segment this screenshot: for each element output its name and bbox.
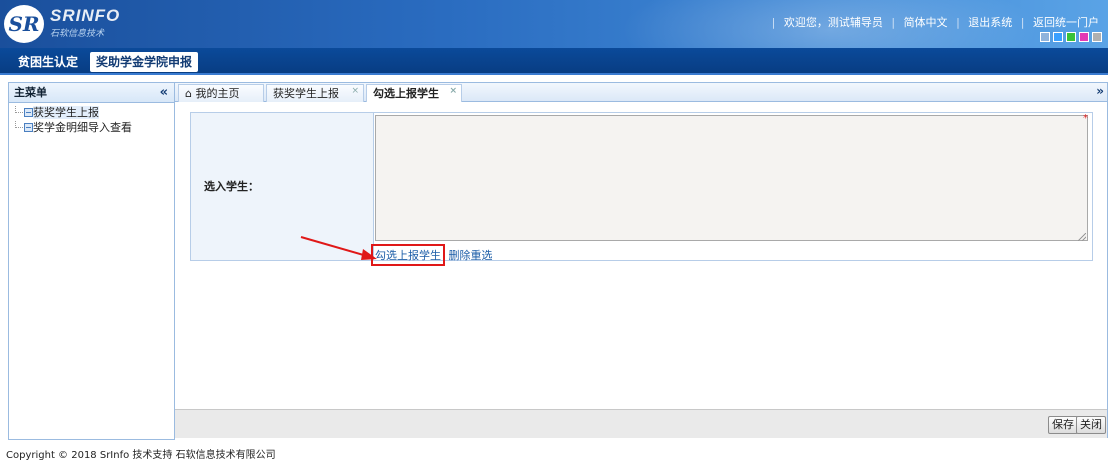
required-mark: * [1083,113,1088,124]
tab-scroll-icon[interactable]: » [1096,84,1104,98]
tab-strip: ⌂ 我的主页 获奖学生上报 × 勾选上报学生 × » [175,82,1108,103]
tab-award-report[interactable]: 获奖学生上报 × [266,84,364,102]
sidebar-header: 主菜单 « [9,83,174,103]
logo-subtitle: 石软信息技术 [50,29,105,39]
bottom-action-bar: 保存 关闭 [175,409,1107,438]
clear-selection-link[interactable]: 删除重选 [449,249,493,262]
language-link[interactable]: 简体中文 [899,16,953,29]
sidebar-item-label: 奖学金明细导入查看 [33,121,132,134]
resize-grip-icon[interactable] [1078,233,1086,241]
skin-option[interactable] [1066,32,1076,42]
sidebar: 主菜单 « 获奖学生上报 奖学金明细导入查看 [8,82,175,440]
skin-option[interactable] [1053,32,1063,42]
tree-line [15,121,23,128]
form-table: 选入学生： * 勾选上报学生 删除重选 [190,112,1093,266]
form-field-cell: * 勾选上报学生 删除重选 [371,113,1092,266]
sidebar-item-award-report[interactable]: 获奖学生上报 [15,106,174,120]
skin-switcher [1040,32,1102,42]
close-button[interactable]: 关闭 [1076,416,1106,434]
sidebar-item-label: 获奖学生上报 [33,106,99,119]
field-links: 勾选上报学生 删除重选 [371,244,493,266]
tab-label: 勾选上报学生 [373,87,439,100]
portal-link[interactable]: 返回统一门户 [1028,16,1104,29]
home-icon: ⌂ [185,87,192,100]
tab-label: 我的主页 [195,87,240,100]
footer-copyright: Copyright © 2018 SrInfo 技术支持 石软信息技术有限公司 [6,450,276,461]
selected-students-label: 选入学生： [204,180,259,193]
skin-option[interactable] [1092,32,1102,42]
top-header: SR SRINFO 石软信息技术 | 欢迎您，测试辅导员 | 简体中文 | 退出… [0,0,1108,48]
logout-link[interactable]: 退出系统 [963,16,1017,29]
selected-students-textarea[interactable] [375,115,1088,241]
table-icon [24,123,33,132]
sidebar-title: 主菜单 [14,86,47,99]
select-students-link[interactable]: 勾选上报学生 [371,244,445,266]
collapse-sidebar-icon[interactable]: « [160,83,168,103]
menu-tree: 获奖学生上报 奖学金明细导入查看 [9,103,174,135]
skin-option[interactable] [1079,32,1089,42]
logo-brand: SRINFO [50,6,121,25]
close-tab-icon[interactable]: × [351,83,359,100]
module-tab-poverty[interactable]: 贫困生认定 [12,52,84,72]
annotation-arrow-icon [300,236,377,260]
tab-label: 获奖学生上报 [273,87,339,100]
module-bar: 贫困生认定 奖助学金学院申报 [0,48,1108,75]
skin-option[interactable] [1040,32,1050,42]
tab-home[interactable]: ⌂ 我的主页 [178,84,264,102]
table-icon [24,108,33,117]
sidebar-item-scholarship-import[interactable]: 奖学金明细导入查看 [15,121,174,135]
tree-line [15,106,23,113]
tab-select-students[interactable]: 勾选上报学生 × [366,84,462,103]
save-button[interactable]: 保存 [1048,416,1078,434]
main-content: 选入学生： * 勾选上报学生 删除重选 保存 关闭 [175,102,1108,438]
welcome-text: 欢迎您，测试辅导员 [783,16,883,29]
top-links: | 欢迎您，测试辅导员 | 简体中文 | 退出系统 | 返回统一门户 [772,14,1104,30]
module-tab-scholarship[interactable]: 奖助学金学院申报 [90,52,199,72]
close-tab-icon[interactable]: × [449,83,457,100]
logo-icon: SR [4,5,44,43]
